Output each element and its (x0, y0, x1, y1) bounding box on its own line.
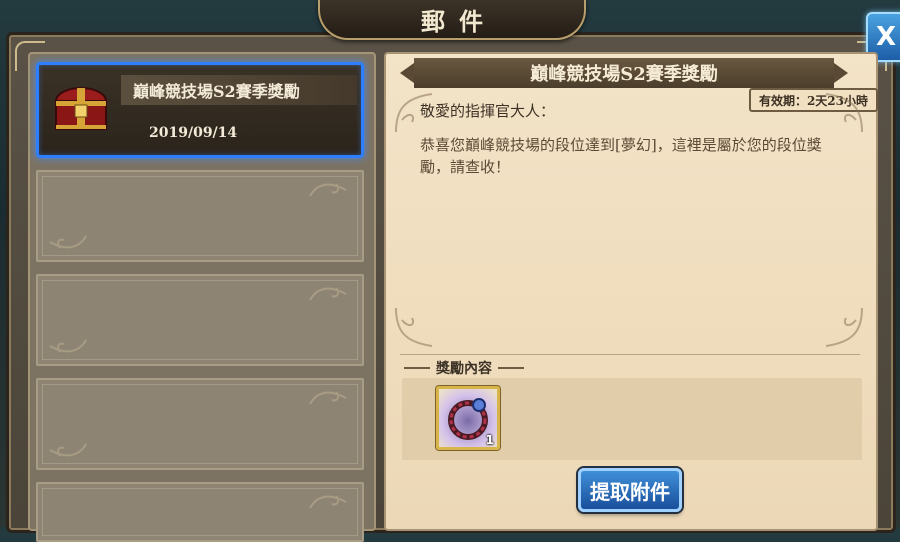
scroll-ornament-icon (309, 391, 347, 405)
reward-item[interactable]: 1 (436, 386, 500, 450)
close-icon: X (876, 22, 897, 52)
scroll-ornament-icon (309, 495, 347, 509)
reward-section-header: 獎勵內容 (404, 358, 524, 378)
corner-flourish-icon (395, 307, 433, 347)
empty-mail-slot (36, 170, 364, 262)
divider (498, 367, 524, 369)
letter-body: 恭喜您巔峰競技場的段位達到[夢幻]，這裡是屬於您的段位獎勵，請查收！ (420, 136, 822, 176)
corner-flourish-icon (825, 93, 863, 133)
empty-mail-slot (36, 378, 364, 470)
scroll-ornament-icon (49, 339, 87, 353)
mail-list[interactable]: 巔峰競技場S2賽季獎勵 2019/09/14 (28, 52, 376, 542)
scroll-ornament-icon (49, 235, 87, 249)
window-title: 郵件 (421, 6, 497, 36)
window-title-plate: 郵件 (318, 0, 586, 40)
empty-mail-slot (36, 482, 364, 542)
scroll-ornament-icon (309, 287, 347, 301)
divider (400, 354, 860, 355)
mail-item[interactable]: 巔峰競技場S2賽季獎勵 2019/09/14 (36, 62, 364, 158)
corner-flourish-icon (825, 307, 863, 347)
letter-subject: 巔峰競技場S2賽季獎勵 (400, 58, 848, 88)
reward-count: 1 (485, 433, 494, 447)
scroll-ornament-icon (309, 183, 347, 197)
reward-area: 1 (402, 378, 862, 460)
treasure-chest-icon (55, 87, 107, 130)
divider (404, 367, 430, 369)
scroll-ornament-icon (49, 443, 87, 457)
claim-attachment-button[interactable]: 提取附件 (578, 468, 682, 512)
empty-mail-slot (36, 274, 364, 366)
mail-subject: 巔峰競技場S2賽季獎勵 (121, 75, 357, 105)
letter-salutation: 敬愛的指揮官大人： (420, 102, 556, 120)
mail-date: 2019/09/14 (149, 125, 238, 141)
reward-label: 獎勵內容 (436, 361, 492, 377)
letter-panel: 巔峰競技場S2賽季獎勵 有效期：2天23小時 敬愛的指揮官大人： 恭喜您巔峰競技… (384, 52, 878, 531)
